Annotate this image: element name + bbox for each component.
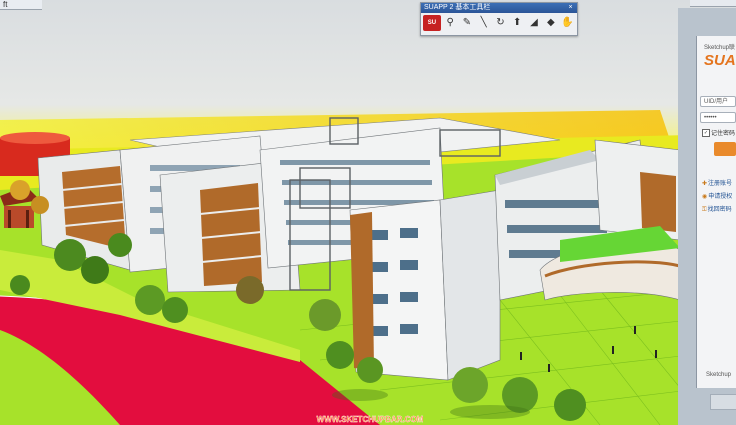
panel-footer: Sketchup — [706, 372, 732, 378]
suapp-login-panel: Sketchup联 SUAP UID/用户 •••••• ✓记住密码 ✚注册账号… — [678, 8, 736, 425]
window-chrome-right — [690, 0, 736, 7]
login-button[interactable] — [714, 142, 736, 156]
suapp-toolbar[interactable]: SUAPP 2 基本工具栏 × SU ⚲ ✎ ╲ ↻ ⬆ ◢ ◆ ✋ — [420, 2, 578, 36]
close-icon[interactable]: × — [566, 3, 575, 12]
key-icon: ⚿ — [702, 207, 707, 213]
register-link[interactable]: ✚注册账号 — [702, 178, 732, 187]
toolbar-icons: SU ⚲ ✎ ╲ ↻ ⬆ ◢ ◆ ✋ — [421, 13, 577, 31]
watermark-text: WWW.SKETCHUPBAR.COM — [317, 415, 424, 424]
register-icon: ✚ — [702, 181, 708, 187]
recover-password-link[interactable]: ⚿找回密码 — [702, 204, 732, 214]
push-pull-icon[interactable]: ⬆ — [510, 15, 525, 31]
window-title-fragment: ft — [0, 0, 42, 10]
panel-header: Sketchup联 — [704, 45, 736, 51]
measure-icon[interactable]: ✎ — [460, 15, 475, 31]
shape-icon[interactable]: ◆ — [543, 15, 558, 31]
recover-password-label: 找回密码 — [707, 207, 732, 213]
site-watermark: WWW.SKETCHUPBAR.COM — [316, 415, 424, 424]
license-icon: ◉ — [702, 194, 708, 200]
sketchup-3d-viewport[interactable] — [0, 0, 736, 425]
line-icon[interactable]: ╲ — [476, 15, 491, 31]
uid-field-placeholder: UID/用户 — [704, 99, 729, 105]
suapp-logo: SUAP — [704, 52, 736, 69]
uid-field[interactable]: UID/用户 — [700, 96, 736, 107]
remember-password-checkbox[interactable]: ✓ 记住密码 — [702, 128, 736, 138]
checkbox-icon: ✓ — [702, 129, 710, 138]
paint-icon[interactable]: ◢ — [527, 15, 542, 31]
apply-license-label: 申请授权 — [708, 194, 733, 200]
panel-tab[interactable] — [710, 394, 736, 410]
suapp-logo-button[interactable]: SU — [423, 15, 441, 31]
remember-label: 记住密码 — [711, 131, 736, 137]
password-field[interactable]: •••••• — [700, 112, 736, 123]
password-mask: •••••• — [704, 115, 717, 121]
suapp-logo-text: SU — [427, 19, 437, 26]
pan-icon[interactable]: ✋ — [560, 15, 575, 31]
register-label: 注册账号 — [708, 181, 733, 187]
zoom-icon[interactable]: ⚲ — [443, 15, 458, 31]
toolbar-title-text: SUAPP 2 基本工具栏 — [424, 4, 491, 11]
apply-license-link[interactable]: ◉申请授权 — [702, 191, 732, 200]
rotate-icon[interactable]: ↻ — [493, 15, 508, 31]
toolbar-title[interactable]: SUAPP 2 基本工具栏 × — [421, 3, 577, 13]
